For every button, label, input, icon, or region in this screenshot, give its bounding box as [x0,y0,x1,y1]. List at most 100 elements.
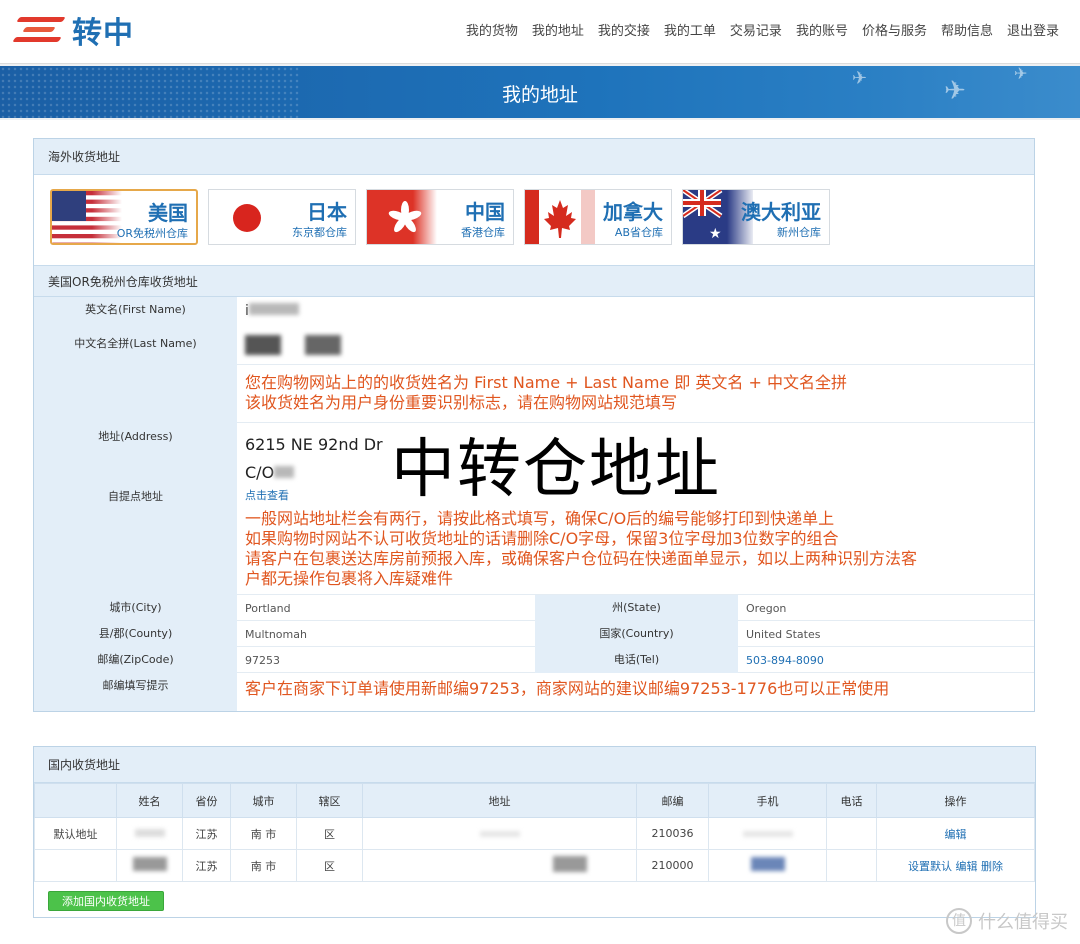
warehouse-name: 日本 [307,200,347,224]
edit-link[interactable]: 编辑 [945,828,967,841]
address-note: 一般网站地址栏会有两行，请按此格式填写，确保C/O后的编号能够打印到快递单上 如… [245,509,918,588]
row-name-note: 您在购物网站上的的收货姓名为 First Name + Last Name 即 … [34,365,1034,423]
nav-item-help[interactable]: 帮助信息 [934,20,1000,39]
cell-district: 区 [296,817,363,850]
cell-address [362,817,637,850]
cell-phone [826,817,877,850]
table-row: 江苏 南 市 区 210000 设置默认 编辑 删除 [34,849,1035,882]
row-city-state: 城市(City) Portland 州(State) Oregon [34,595,1034,621]
us-flag-icon [52,191,122,243]
row-county-country: 县/郡(County) Multnomah 国家(Country) United… [34,621,1034,647]
col-phone: 电话 [826,783,877,818]
table-row: 默认地址 江苏 南 市 区 210036 编辑 [34,817,1035,850]
warehouse-address-heading: 美国OR免税州仓库收货地址 [34,265,1034,297]
cell-district: 区 [296,849,363,882]
nav-item-account[interactable]: 我的账号 [789,20,855,39]
edit-link[interactable]: 编辑 [956,860,978,873]
cell-city: 南 市 [230,817,297,850]
warehouse-sub: AB省仓库 [614,226,663,239]
row-zip-tel: 邮编(ZipCode) 97253 电话(Tel) 503-894-8090 [34,647,1034,673]
cell-city: 南 市 [230,849,297,882]
warehouse-sub: 东京都仓库 [292,226,347,239]
warehouse-name: 美国 [148,201,188,225]
cell-actions: 编辑 [876,817,1035,850]
value-state: Oregon [746,602,787,615]
warehouse-tabs: 美国 OR免税州仓库 日本 东京都仓库 中国 香港仓库 加拿大 AB省仓库 ★ … [50,189,830,245]
col-name: 姓名 [116,783,183,818]
zip-note: 客户在商家下订单请使用新邮编97253，商家网站的建议邮编97253-1776也… [245,679,890,698]
cell-name [116,849,183,882]
nav-item-cargo[interactable]: 我的货物 [459,20,525,39]
brand-logo[interactable]: 转中 [12,12,134,51]
tab-warehouse-japan[interactable]: 日本 东京都仓库 [208,189,356,245]
label-zip-tip: 邮编填写提示 [34,673,237,711]
cell-name [116,817,183,850]
value-country: United States [746,628,821,641]
nav-item-pricing[interactable]: 价格与服务 [855,20,934,39]
tab-warehouse-canada[interactable]: 加拿大 AB省仓库 [524,189,672,245]
add-domestic-address-button[interactable]: 添加国内收货地址 [48,891,164,911]
hongkong-flag-icon [367,190,437,244]
nav-item-logout[interactable]: 退出登录 [1000,20,1066,39]
nav-item-handover[interactable]: 我的交接 [591,20,657,39]
value-tel: 503-894-8090 [746,654,824,667]
tab-warehouse-us[interactable]: 美国 OR免税州仓库 [50,189,198,245]
domestic-address-panel: 国内收货地址 姓名 省份 城市 辖区 地址 邮编 手机 电话 操作 默认地址 江… [33,746,1036,918]
domestic-heading: 国内收货地址 [34,747,1035,783]
brand-name: 转中 [72,16,134,51]
label-state: 州(State) [535,595,738,621]
value-first-name: i [245,303,299,319]
col-province: 省份 [182,783,231,818]
label-address: 地址(Address) [34,423,237,483]
nav-item-address[interactable]: 我的地址 [525,20,591,39]
value-zip: 97253 [245,654,280,667]
delete-link[interactable]: 删除 [981,860,1003,873]
top-navbar: 转中 我的货物 我的地址 我的交接 我的工单 交易记录 我的账号 价格与服务 帮… [0,0,1080,64]
watermark-text: 什么值得买 [978,912,1068,933]
set-default-link[interactable]: 设置默认 [908,860,952,873]
col-mobile: 手机 [708,783,827,818]
svg-text:★: ★ [709,226,722,242]
label-first-name: 英文名(First Name) [34,297,237,329]
label-country: 国家(Country) [535,621,738,647]
overseas-heading: 海外收货地址 [34,139,1034,175]
label-county: 县/郡(County) [34,621,237,647]
label-last-name: 中文名全拼(Last Name) [34,329,237,365]
cell-actions: 设置默认 编辑 删除 [876,849,1035,882]
cell-province: 江苏 [182,817,231,850]
nav-item-transactions[interactable]: 交易记录 [723,20,789,39]
tab-warehouse-hongkong[interactable]: 中国 香港仓库 [366,189,514,245]
tab-warehouse-australia[interactable]: ★ 澳大利亚 新州仓库 [682,189,830,245]
nav-item-tickets[interactable]: 我的工单 [657,20,723,39]
row-last-name: 中文名全拼(Last Name) [34,329,1034,365]
warehouse-sub: 新州仓库 [777,226,821,239]
cell-mobile [708,849,827,882]
watermark: 值 什么值得买 [946,908,1068,934]
warehouse-name: 澳大利亚 [741,200,821,224]
row-first-name: 英文名(First Name) i [34,297,1034,329]
cell-mobile [708,817,827,850]
cell-zip: 210036 [636,817,709,850]
value-last-name [245,335,341,358]
page-banner: ✈ ✈ ✈ 我的地址 [0,66,1080,118]
cell-tag [34,849,117,882]
page-content: 海外收货地址 美国 OR免税州仓库 日本 东京都仓库 中国 香港仓库 加拿大 A… [0,120,1080,944]
cell-province: 江苏 [182,849,231,882]
overlay-caption: 中转仓地址 [391,433,721,507]
logo-mark-icon [12,15,66,45]
label-zip: 邮编(ZipCode) [34,647,237,673]
col-zip: 邮编 [636,783,709,818]
canada-flag-icon [525,190,595,244]
name-note: 您在购物网站上的的收货姓名为 First Name + Last Name 即 … [245,373,847,412]
col-address: 地址 [362,783,637,818]
warehouse-sub: OR免税州仓库 [116,227,188,240]
value-county: Multnomah [245,628,307,641]
col-actions: 操作 [876,783,1035,818]
main-nav: 我的货物 我的地址 我的交接 我的工单 交易记录 我的账号 价格与服务 帮助信息… [459,20,1066,39]
domestic-address-table: 姓名 省份 城市 辖区 地址 邮编 手机 电话 操作 默认地址 江苏 南 市 区… [34,783,1035,882]
label-pickup: 自提点地址 [34,483,237,595]
zhi-badge-icon: 值 [946,908,972,934]
warehouse-sub: 香港仓库 [461,226,505,239]
cell-zip: 210000 [636,849,709,882]
page-title: 我的地址 [501,84,578,106]
